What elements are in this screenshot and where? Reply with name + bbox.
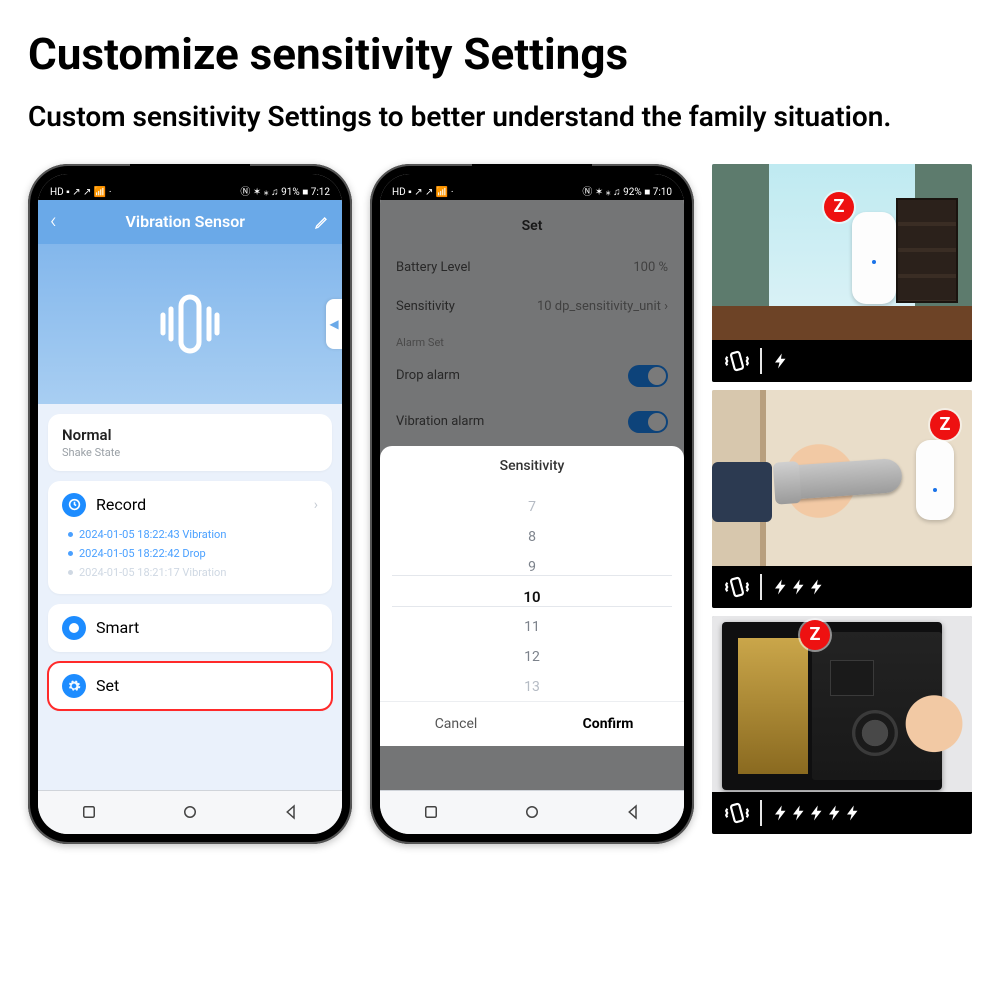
scenario-tile-safe: Z — [712, 616, 972, 834]
zigbee-icon: Z — [930, 410, 960, 440]
vibration-icon — [724, 574, 750, 600]
header-title: Vibration Sensor — [126, 212, 245, 231]
sheet-title: Sensitivity — [380, 446, 684, 482]
clock-icon — [62, 493, 86, 517]
record-item: 2024-01-05 18:22:42 Drop — [68, 544, 318, 563]
vibration-icon — [724, 348, 750, 374]
picker-option[interactable]: 12 — [524, 642, 540, 672]
sensitivity-picker-sheet: Sensitivity 7 8 9 10 11 12 13 — [380, 446, 684, 746]
gear-icon — [62, 674, 86, 698]
picker-option[interactable]: 7 — [528, 492, 536, 522]
status-right: Ⓝ ✶ ⁎ ♫ 92% ■ 7:10 — [582, 183, 672, 198]
status-left: HD ▪ ↗ ↗ 📶 · — [50, 187, 111, 198]
picker-option[interactable]: 11 — [524, 612, 540, 642]
state-title: Normal — [62, 426, 318, 444]
zigbee-icon: Z — [824, 192, 854, 222]
status-left: HD ▪ ↗ ↗ 📶 · — [392, 187, 453, 198]
app-header: ‹ Vibration Sensor — [38, 200, 342, 244]
record-item: 2024-01-05 18:21:17 Vibration — [68, 563, 318, 582]
phone-frame-left: HD ▪ ↗ ↗ 📶 · Ⓝ ✶ ⁎ ♫ 91% ■ 7:12 ‹ Vibrat… — [28, 164, 352, 844]
hero-panel: ◀ — [38, 244, 342, 404]
vibration-sensor-icon — [145, 279, 235, 369]
vibration-icon — [724, 800, 750, 826]
side-drawer-handle[interactable]: ◀ — [326, 299, 342, 349]
intensity-bolts — [772, 348, 790, 373]
phone-frame-right: HD ▪ ↗ ↗ 📶 · Ⓝ ✶ ⁎ ♫ 92% ■ 7:10 Set Batt… — [370, 164, 694, 844]
smart-label: Smart — [96, 618, 139, 637]
android-nav-bar — [38, 790, 342, 834]
confirm-button[interactable]: Confirm — [532, 702, 684, 746]
smart-card[interactable]: Smart — [48, 604, 332, 652]
sensitivity-picker[interactable]: 7 8 9 10 11 12 13 — [380, 482, 684, 701]
set-label: Set — [96, 676, 119, 695]
intensity-bolts — [772, 574, 826, 599]
edit-icon[interactable] — [314, 214, 330, 230]
nav-back-icon[interactable] — [622, 801, 644, 823]
nav-home-icon[interactable] — [521, 801, 543, 823]
nav-recent-icon[interactable] — [420, 801, 442, 823]
back-icon[interactable]: ‹ — [50, 209, 57, 234]
scenario-tile-door: Z — [712, 390, 972, 608]
nav-recent-icon[interactable] — [78, 801, 100, 823]
state-sub: Shake State — [62, 446, 318, 459]
scenario-tile-window: Z — [712, 164, 972, 382]
picker-option[interactable]: 8 — [528, 522, 536, 552]
record-label: Record — [96, 495, 146, 514]
intensity-bolts — [772, 800, 862, 825]
set-card[interactable]: Set — [48, 662, 332, 710]
chevron-right-icon: › — [314, 497, 318, 513]
page-headline: Customize sensitivity Settings — [28, 28, 972, 80]
record-card[interactable]: Record › 2024-01-05 18:22:43 Vibration 2… — [48, 481, 332, 594]
picker-option[interactable]: 13 — [524, 672, 540, 701]
cancel-button[interactable]: Cancel — [380, 702, 532, 746]
android-nav-bar — [380, 790, 684, 834]
status-right: Ⓝ ✶ ⁎ ♫ 91% ■ 7:12 — [240, 183, 330, 198]
state-card: Normal Shake State — [48, 414, 332, 471]
record-item: 2024-01-05 18:22:43 Vibration — [68, 525, 318, 544]
zigbee-icon: Z — [800, 620, 830, 650]
smart-icon — [62, 616, 86, 640]
page-subhead: Custom sensitivity Settings to better un… — [28, 98, 972, 136]
nav-back-icon[interactable] — [280, 801, 302, 823]
nav-home-icon[interactable] — [179, 801, 201, 823]
